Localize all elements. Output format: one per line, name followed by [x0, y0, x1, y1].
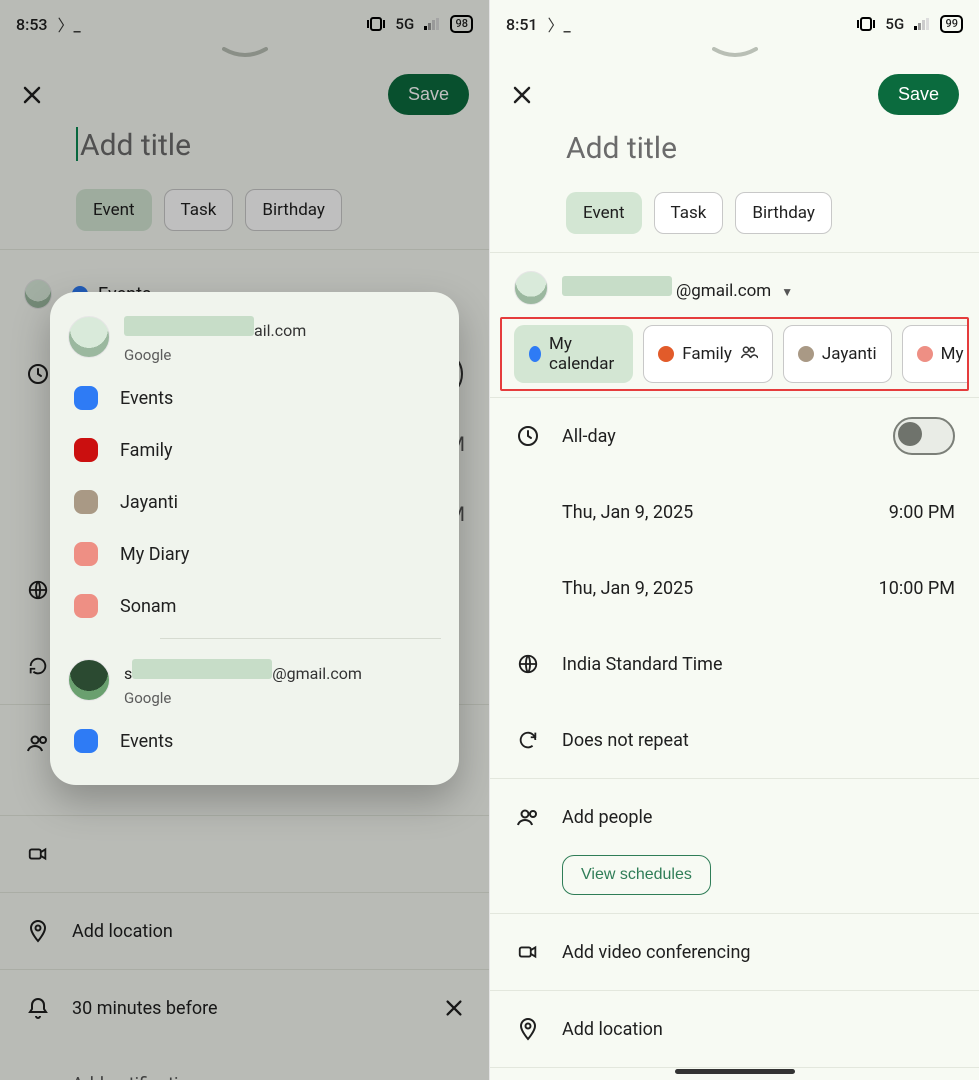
- tab-task[interactable]: Task: [654, 192, 724, 234]
- end-datetime-row[interactable]: Thu, Jan 9, 2025 10:00 PM: [562, 578, 955, 599]
- dot-icon: [529, 346, 541, 362]
- color-swatch: [74, 490, 98, 514]
- email-suffix: @gmail.com: [676, 281, 771, 301]
- clock-icon: [514, 424, 542, 448]
- battery-value: 99: [945, 17, 958, 30]
- email-prefix: s: [124, 664, 132, 683]
- right-screenshot: 8:51 〉_ 5G 99 Save Add: [489, 0, 979, 1080]
- close-icon[interactable]: [510, 83, 534, 107]
- signal-icon: [914, 18, 930, 30]
- email-suffix: @gmail.com: [272, 664, 362, 683]
- calendar-name: Sonam: [120, 596, 176, 617]
- masked-email: [132, 659, 272, 679]
- dot-icon: [658, 346, 674, 362]
- calendar-chip-jayanti[interactable]: Jayanti: [783, 325, 892, 383]
- masked-email: [562, 276, 672, 296]
- repeat-row[interactable]: Does not repeat: [562, 730, 955, 751]
- provider-label: Google: [124, 689, 362, 707]
- dot-icon: [798, 346, 814, 362]
- add-video-conf[interactable]: Add video conferencing: [562, 942, 955, 963]
- start-date: Thu, Jan 9, 2025: [562, 502, 693, 523]
- calendar-name: Jayanti: [120, 492, 178, 513]
- avatar: [68, 316, 110, 358]
- dot-icon: [917, 346, 933, 362]
- email-suffix: ail.com: [254, 321, 306, 340]
- title-input[interactable]: Add title: [566, 131, 979, 166]
- account-2[interactable]: s @gmail.com Google: [50, 645, 459, 715]
- calendar-picker-modal: ail.com Google Events Family Jayanti My …: [50, 292, 459, 785]
- account-1[interactable]: ail.com Google: [50, 302, 459, 372]
- network-label: 5G: [885, 15, 904, 33]
- provider-label: Google: [124, 346, 306, 364]
- color-swatch: [74, 594, 98, 618]
- view-schedules-button[interactable]: View schedules: [562, 855, 711, 895]
- account-selector[interactable]: @gmail.com ▼: [490, 253, 979, 313]
- chip-label: Family: [682, 344, 732, 364]
- location-icon: [514, 1017, 542, 1041]
- video-icon: [514, 941, 542, 963]
- calendar-name: My Diary: [120, 544, 189, 565]
- color-swatch: [74, 386, 98, 410]
- add-people[interactable]: Add people: [562, 807, 955, 828]
- chip-label: My calendar: [549, 334, 618, 374]
- prompt-icon: 〉_: [548, 12, 571, 36]
- calendar-name: Events: [120, 731, 173, 752]
- allday-label: All-day: [562, 426, 616, 447]
- globe-icon: [514, 653, 542, 675]
- calendar-chip-mydiary[interactable]: My D: [902, 325, 969, 383]
- calendar-option[interactable]: Events: [50, 372, 459, 424]
- start-time: 9:00 PM: [889, 502, 955, 523]
- grab-handle-icon[interactable]: [490, 42, 979, 64]
- calendar-option[interactable]: Events: [50, 715, 459, 767]
- calendar-chip-family[interactable]: Family: [643, 325, 773, 383]
- calendar-option[interactable]: Jayanti: [50, 476, 459, 528]
- chip-label: My D: [941, 344, 969, 364]
- left-screenshot: 8:53 〉_ 5G 98: [0, 0, 489, 1080]
- end-date: Thu, Jan 9, 2025: [562, 578, 693, 599]
- battery-icon: 99: [940, 15, 963, 33]
- calendar-name: Events: [120, 388, 173, 409]
- save-button[interactable]: Save: [878, 74, 959, 115]
- status-time: 8:51: [506, 15, 538, 34]
- color-swatch: [74, 729, 98, 753]
- allday-switch[interactable]: [893, 417, 955, 455]
- masked-email: [124, 316, 254, 336]
- repeat-icon: [514, 729, 542, 751]
- title-placeholder: Add title: [566, 131, 677, 166]
- color-swatch: [74, 438, 98, 462]
- calendar-option[interactable]: Family: [50, 424, 459, 476]
- tab-event[interactable]: Event: [566, 192, 642, 234]
- color-swatch: [74, 542, 98, 566]
- people-icon: [514, 805, 542, 829]
- tab-birthday[interactable]: Birthday: [735, 192, 832, 234]
- vibrate-icon: [857, 17, 875, 31]
- calendar-name: Family: [120, 440, 173, 461]
- statusbar: 8:51 〉_ 5G 99: [490, 0, 979, 42]
- caret-down-icon: ▼: [781, 285, 793, 299]
- nav-bar-indicator: [675, 1069, 795, 1074]
- avatar: [514, 271, 548, 305]
- calendar-option[interactable]: Sonam: [50, 580, 459, 632]
- start-datetime-row[interactable]: Thu, Jan 9, 2025 9:00 PM: [562, 502, 955, 523]
- group-icon: [740, 344, 758, 364]
- end-time: 10:00 PM: [879, 578, 955, 599]
- avatar: [68, 659, 110, 701]
- timezone-row[interactable]: India Standard Time: [562, 654, 955, 675]
- add-location[interactable]: Add location: [562, 1019, 955, 1040]
- highlighted-calendar-chips: My calendar Family Jayanti My D: [500, 317, 969, 391]
- calendar-option[interactable]: My Diary: [50, 528, 459, 580]
- chip-label: Jayanti: [822, 344, 877, 364]
- calendar-chip-mycalendar[interactable]: My calendar: [514, 325, 633, 383]
